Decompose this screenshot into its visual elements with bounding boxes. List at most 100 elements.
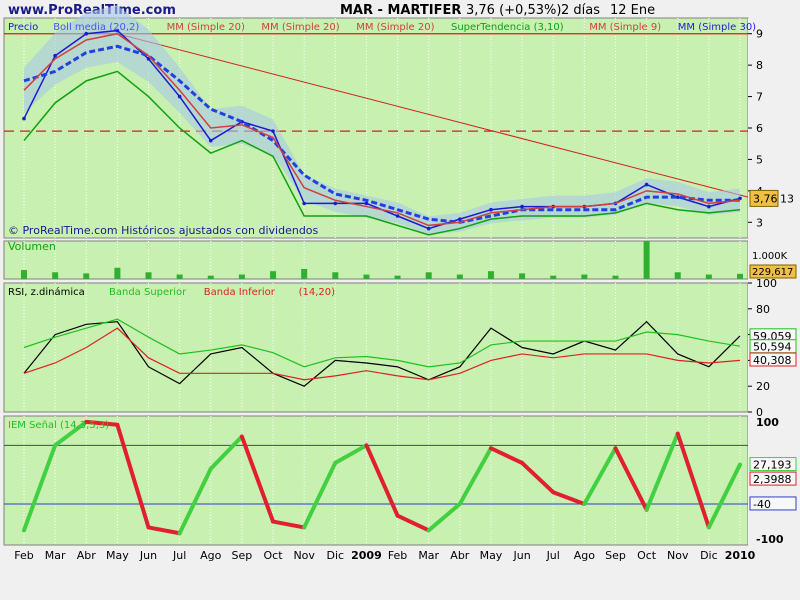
- price-point: [177, 94, 182, 99]
- price-point: [302, 201, 306, 206]
- x-tick-label: Mar: [418, 549, 439, 562]
- price-point: [707, 204, 711, 209]
- x-tick-label: Oct: [264, 549, 284, 562]
- x-tick-label: 2009: [351, 549, 382, 562]
- volume-bar: [487, 271, 494, 279]
- price-legend-item: Precio: [8, 22, 38, 33]
- volume-bar: [425, 272, 432, 279]
- iem-panel-bg: [3, 415, 749, 546]
- price-y-tick: 8: [756, 59, 763, 72]
- copyright-text: © ProRealTime.com Históricos ajustados c…: [8, 224, 319, 237]
- x-tick-label: Jul: [546, 549, 560, 562]
- iem-legend-item: IEM Señal (14,3,5,3): [8, 420, 109, 431]
- volume-bar: [643, 241, 650, 279]
- price-legend-item: MM (Simple 9): [589, 22, 661, 33]
- x-tick-label: Ago: [200, 549, 222, 562]
- volume-bar: [207, 275, 214, 279]
- volume-bar: [176, 274, 183, 279]
- volume-bar: [301, 268, 308, 279]
- volume-y-tick: 1.000K: [752, 251, 788, 262]
- volume-bar: [238, 274, 245, 279]
- x-tick-label: Feb: [14, 549, 33, 562]
- volume-bar: [270, 271, 277, 279]
- price-legend-item: MM (Simple 20): [167, 22, 245, 33]
- price-legend-item: MM (Simple 30): [678, 22, 756, 33]
- x-tick-label: Abr: [77, 549, 97, 562]
- rsi-value-text: 40,308: [753, 354, 792, 367]
- volume-bar: [52, 272, 59, 279]
- panels-group: [3, 17, 800, 548]
- x-tick-label: Nov: [667, 549, 689, 562]
- x-tick-label: Jul: [172, 549, 186, 562]
- x-tick-label: Abr: [450, 549, 470, 562]
- volume-bar: [145, 272, 152, 279]
- volume-label: Volumen: [8, 240, 56, 253]
- rsi-value-text: 50,594: [753, 341, 792, 354]
- x-tick-label: Sep: [232, 549, 253, 562]
- price-y-tick: 7: [756, 91, 763, 104]
- price-point: [271, 129, 275, 133]
- price-point: [520, 204, 524, 209]
- prorealtime-chart-window: www.ProRealTime.com MAR - MARTIFER 3,76 …: [0, 0, 800, 600]
- volume-bar: [394, 275, 401, 279]
- chart-svg: www.ProRealTime.com MAR - MARTIFER 3,76 …: [0, 0, 800, 562]
- period-label: 2 días: [561, 3, 600, 18]
- date-label: 12 Ene: [610, 3, 655, 18]
- x-tick-label: Dic: [327, 549, 345, 562]
- volume-bar: [332, 272, 339, 279]
- x-tick-label: Dic: [700, 549, 718, 562]
- rsi-legend-item: Banda Inferior: [204, 287, 276, 298]
- price-point: [22, 116, 26, 121]
- x-tick-label: May: [106, 549, 129, 562]
- x-tick-label: Ago: [574, 549, 596, 562]
- iem-value-text: -40: [753, 498, 771, 511]
- price-point: [644, 182, 649, 187]
- volume-bar: [83, 273, 90, 279]
- price-y-tick: 3: [756, 216, 763, 229]
- price-side-value: 13: [780, 192, 794, 205]
- iem-value-text: 2,3988: [753, 473, 792, 486]
- volume-bar: [114, 267, 121, 279]
- volume-bar: [581, 274, 588, 279]
- volume-bar: [363, 274, 370, 279]
- volume-bar: [456, 274, 463, 279]
- rsi-y-tick: 80: [756, 303, 770, 316]
- rsi-legend-item: (14,20): [299, 287, 336, 298]
- x-tick-label: Nov: [293, 549, 315, 562]
- x-tick-label: Jun: [139, 549, 157, 562]
- quote-label: 3,76 (+0,53%): [466, 3, 561, 18]
- x-tick-label: Feb: [388, 549, 407, 562]
- rsi-y-tick: 100: [756, 277, 777, 290]
- volume-bar: [705, 274, 712, 279]
- volume-bar: [737, 273, 743, 279]
- rsi-legend-item: Banda Superior: [109, 287, 187, 298]
- rsi-legend-item: RSI, z.dinámica: [8, 286, 85, 298]
- rsi-y-tick: 20: [756, 380, 770, 393]
- price-point: [208, 138, 213, 143]
- price-legend-item: SuperTendencia (3,10): [451, 22, 564, 33]
- x-tick-label: Oct: [637, 549, 657, 562]
- iem-value-text: 27,193: [753, 459, 792, 472]
- price-y-tick: 6: [756, 122, 763, 135]
- x-tick-label: May: [480, 549, 503, 562]
- price-point: [458, 217, 462, 221]
- x-tick-label: 2010: [725, 549, 756, 562]
- x-tick-label: Mar: [45, 549, 66, 562]
- iem-y-tick: -100: [756, 533, 784, 546]
- rsi-panel-bg: [3, 282, 749, 413]
- price-point: [333, 201, 338, 206]
- volume-bar: [550, 275, 557, 279]
- price-point: [395, 214, 400, 218]
- price-y-tick: 9: [756, 28, 763, 41]
- price-point: [489, 207, 493, 212]
- volume-bar: [674, 272, 681, 279]
- last-price-text: 3,76: [753, 192, 778, 205]
- x-tick-label: Sep: [605, 549, 626, 562]
- price-y-tick: 5: [756, 153, 763, 166]
- volume-bar: [612, 275, 619, 279]
- price-legend-item: Boll media (20,2): [53, 22, 139, 33]
- volume-bar: [21, 270, 27, 279]
- iem-y-tick: 100: [756, 416, 779, 429]
- volume-bar: [519, 273, 526, 279]
- x-tick-label: Jun: [512, 549, 530, 562]
